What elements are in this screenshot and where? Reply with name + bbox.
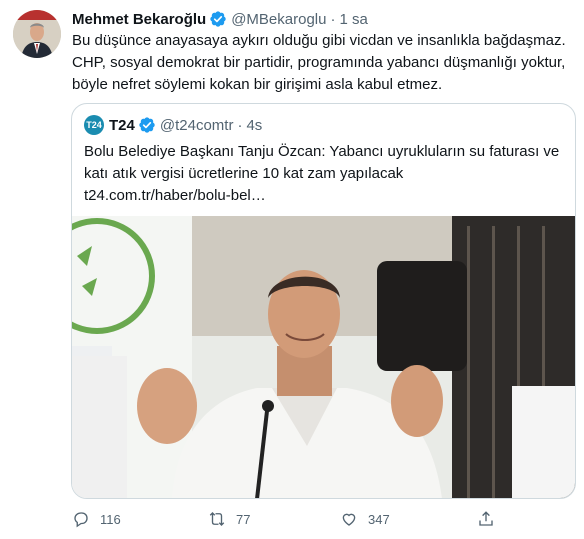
quoted-tweet-header: T24 T24 @t24comtr · 4s bbox=[84, 115, 262, 135]
tweet-timestamp[interactable]: 1 sa bbox=[339, 11, 367, 28]
reply-icon bbox=[74, 512, 88, 528]
heart-icon bbox=[342, 513, 356, 526]
author-name[interactable]: Mehmet Bekaroğlu bbox=[72, 11, 206, 28]
tweet-actions: 116 77 347 bbox=[72, 510, 512, 534]
quoted-tweet-timestamp: 4s bbox=[246, 116, 263, 134]
retweet-count: 77 bbox=[236, 511, 251, 527]
tweet-text: Bu düşünce anayasaya aykırı olduğu gibi … bbox=[72, 30, 572, 96]
tweet-header: Mehmet Bekaroğlu @MBekaroglu · 1 sa bbox=[72, 9, 368, 29]
tweet-text-line: Bu düşünce anayasaya aykırı olduğu gibi … bbox=[72, 32, 566, 49]
quoted-author-handle: @t24comtr bbox=[159, 116, 234, 134]
quoted-tweet-text: Bolu Belediye Başkanı Tanju Özcan: Yaban… bbox=[84, 141, 564, 207]
reply-button[interactable]: 116 bbox=[72, 510, 121, 528]
verified-badge-icon bbox=[210, 11, 226, 27]
quoted-author-name: T24 bbox=[109, 116, 135, 134]
quoted-text-line: katı atık vergisi ücretlerine 10 kat zam… bbox=[84, 165, 404, 182]
share-icon bbox=[479, 511, 493, 526]
quoted-tweet-photo[interactable] bbox=[72, 216, 575, 499]
quoted-tweet[interactable]: T24 T24 @t24comtr · 4s Bolu Belediye Baş… bbox=[71, 103, 576, 499]
quoted-text-line: Bolu Belediye Başkanı Tanju Özcan: Yaban… bbox=[84, 143, 560, 160]
quoted-author-avatar: T24 bbox=[84, 115, 104, 135]
author-handle[interactable]: @MBekaroglu bbox=[231, 11, 326, 28]
tweet-text-line: böyle nefret söylemi kokan bir girişimi … bbox=[72, 76, 443, 93]
retweet-button[interactable]: 77 bbox=[208, 510, 250, 528]
author-avatar[interactable] bbox=[13, 10, 61, 58]
verified-badge-icon bbox=[139, 117, 155, 133]
like-count: 347 bbox=[368, 511, 390, 527]
reply-count: 116 bbox=[100, 511, 121, 527]
tweet-text-line: CHP, sosyal demokrat bir partidir, progr… bbox=[72, 54, 566, 71]
retweet-icon bbox=[209, 512, 225, 526]
separator-dot: · bbox=[330, 10, 336, 28]
separator-dot: · bbox=[237, 116, 243, 134]
share-button[interactable] bbox=[477, 510, 495, 528]
like-button[interactable]: 347 bbox=[340, 510, 390, 528]
quoted-link[interactable]: t24.com.tr/haber/bolu-bel… bbox=[84, 185, 564, 207]
